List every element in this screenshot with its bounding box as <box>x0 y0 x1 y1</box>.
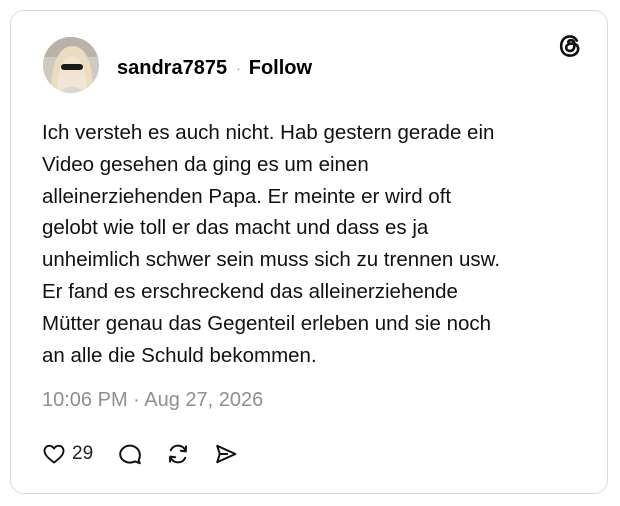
avatar-image <box>43 37 99 93</box>
repost-icon <box>165 441 191 467</box>
like-button[interactable]: 29 <box>42 442 93 466</box>
reply-button[interactable] <box>117 441 143 467</box>
post-header: sandra7875 · Follow <box>117 55 312 81</box>
separator-dot: · <box>236 60 241 76</box>
follow-button[interactable]: Follow <box>249 57 312 80</box>
username-link[interactable]: sandra7875 <box>117 57 227 80</box>
comment-bubble-icon <box>117 441 143 467</box>
avatar[interactable] <box>43 37 99 93</box>
post-text: Ich versteh es auch nicht. Hab gestern g… <box>42 121 501 367</box>
repost-button[interactable] <box>165 441 191 467</box>
post-card: sandra7875 · Follow Ich versteh es auch … <box>10 10 608 494</box>
post-timestamp[interactable]: 10:06 PM · Aug 27, 2026 <box>42 389 263 412</box>
send-icon <box>213 441 239 467</box>
action-bar: 29 <box>42 438 239 470</box>
share-button[interactable] <box>213 441 239 467</box>
like-count: 29 <box>72 443 94 464</box>
threads-logo-icon[interactable] <box>555 31 585 61</box>
heart-icon <box>42 442 66 466</box>
